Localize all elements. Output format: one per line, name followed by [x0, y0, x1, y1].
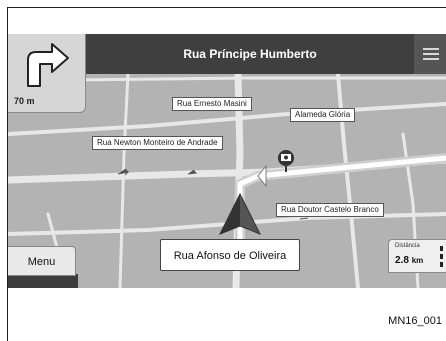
more-dots-icon[interactable]: [440, 246, 443, 268]
next-turn-panel[interactable]: 70 m: [8, 34, 86, 113]
distance-panel[interactable]: Distância 2.8 km: [388, 239, 446, 273]
distance-value: 2.8 km: [395, 255, 423, 266]
distance-number: 2.8: [395, 255, 409, 266]
menu-button[interactable]: Menu: [8, 246, 76, 276]
map-label-ernesto: Rua Ernesto Masini: [172, 97, 252, 111]
menu-lines-icon[interactable]: [414, 34, 446, 74]
navigation-screen: Rua Príncipe Humberto 70 m Rua Ernesto M…: [8, 34, 446, 288]
map-label-gloria: Alameda Glória: [290, 108, 356, 122]
next-street-title: Rua Príncipe Humberto: [183, 47, 317, 61]
turn-right-icon: [27, 43, 69, 87]
current-street-label: Rua Afonso de Oliveira: [160, 239, 300, 271]
distance-label: Distância: [395, 243, 420, 249]
map-label-castelo: Rua Doutor Castelo Branco: [276, 203, 384, 217]
map-label-newton: Rua Newton Monteiro de Andrade: [92, 136, 223, 150]
turn-distance: 70 m: [14, 96, 35, 106]
distance-unit: km: [411, 256, 424, 265]
figure-code: MN16_001: [388, 315, 442, 327]
